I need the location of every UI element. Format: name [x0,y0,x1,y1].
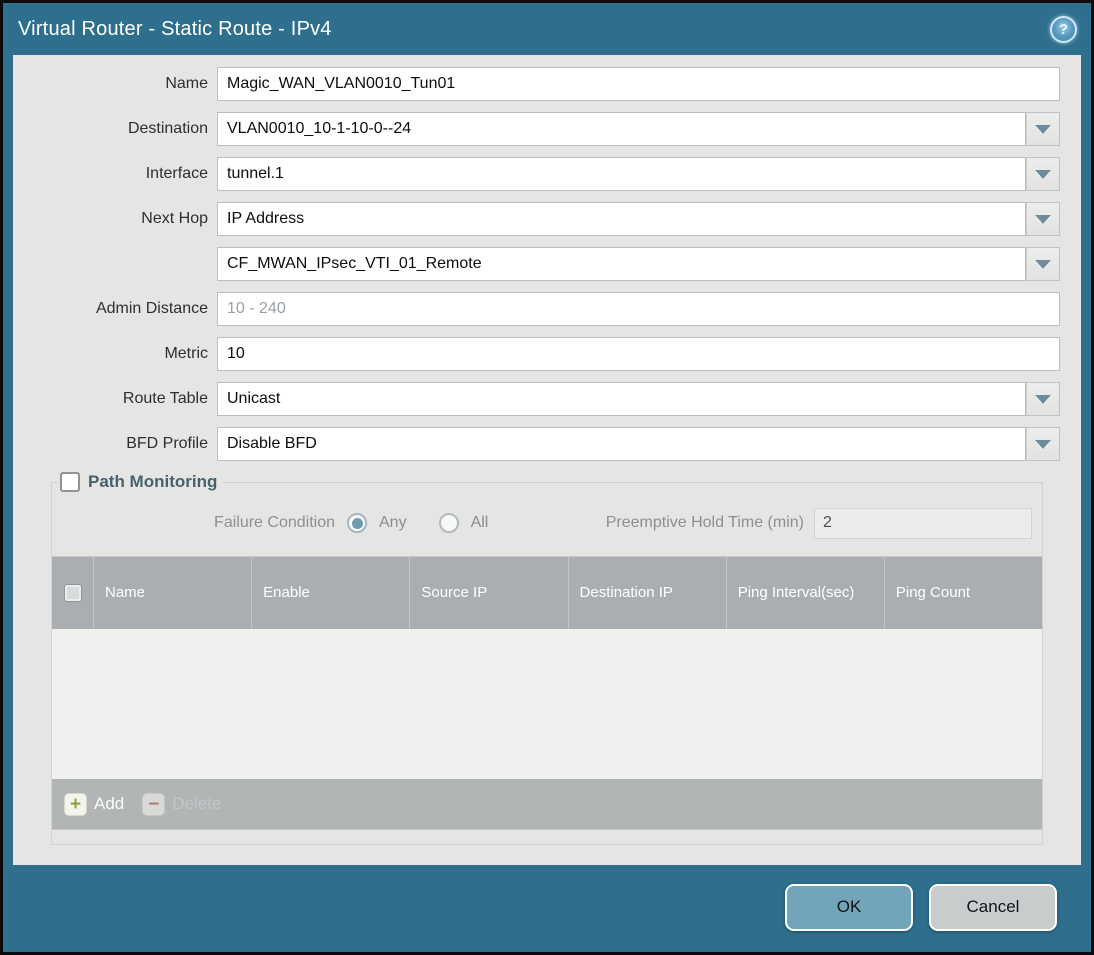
path-monitoring-table: Name Enable Source IP Destination IP Pin… [52,556,1042,830]
preemptive-hold-label: Preemptive Hold Time (min) [605,514,804,531]
destination-label: Destination [127,120,208,137]
select-all-checkbox[interactable] [63,584,82,602]
radio-all-label: All [470,514,489,531]
table-body-empty [52,629,1042,779]
form-row-interface: Interface [27,157,1060,191]
plus-icon: + [64,792,87,816]
chevron-down-icon [1035,169,1051,179]
delete-button-label: Delete [172,794,222,813]
add-button[interactable]: + Add [64,792,125,816]
preemptive-hold-input[interactable] [814,507,1032,539]
form-row-next-hop: Next Hop [27,202,1060,236]
metric-input[interactable] [217,337,1060,371]
name-label: Name [165,75,208,92]
chevron-down-icon [1035,394,1051,404]
radio-all-icon[interactable] [438,513,459,533]
column-header-name[interactable]: Name [93,557,251,629]
column-header-ping-count[interactable]: Ping Count [883,557,1042,629]
failure-condition-row: Failure Condition Any All Preemptive Hol… [52,507,1032,539]
radio-any-label: Any [379,514,407,531]
next-hop-type-input[interactable] [217,202,1026,236]
column-header-ping-interval[interactable]: Ping Interval(sec) [725,557,884,629]
column-header-source-ip[interactable]: Source IP [409,557,567,629]
form-row-bfd-profile: BFD Profile [27,427,1060,461]
form-row-metric: Metric [27,337,1060,371]
chevron-down-icon [1035,124,1051,134]
ok-button[interactable]: OK [785,883,913,931]
admin-distance-label: Admin Distance [95,300,208,317]
interface-dropdown-button[interactable] [1026,157,1060,191]
cancel-button[interactable]: Cancel [929,883,1057,931]
delete-button[interactable]: − Delete [142,792,222,816]
route-table-label: Route Table [122,390,208,407]
form-row-next-hop-address [27,247,1060,281]
destination-input[interactable] [217,112,1026,146]
column-header-enable[interactable]: Enable [251,557,409,629]
add-button-label: Add [94,794,125,813]
chevron-down-icon [1035,439,1051,449]
dialog-titlebar: Virtual Router - Static Route - IPv4 ? [3,3,1091,55]
next-hop-label: Next Hop [141,210,208,227]
failure-condition-label: Failure Condition [214,514,335,531]
form-row-name: Name [27,67,1060,101]
radio-any-icon[interactable] [347,513,367,533]
chevron-down-icon [1035,259,1051,269]
chevron-down-icon [1035,214,1051,224]
name-input[interactable] [217,67,1060,101]
bfd-profile-label: BFD Profile [126,435,208,452]
form-panel: Name Destination Interface [13,55,1081,865]
form-row-destination: Destination [27,112,1060,146]
route-table-dropdown-button[interactable] [1026,382,1060,416]
static-route-dialog: Virtual Router - Static Route - IPv4 ? N… [0,0,1094,955]
bfd-profile-input[interactable] [217,427,1026,461]
table-header-row: Name Enable Source IP Destination IP Pin… [52,557,1042,629]
path-monitoring-legend: Path Monitoring [58,472,223,492]
minus-icon: − [142,792,166,816]
column-header-destination-ip[interactable]: Destination IP [567,557,726,629]
destination-dropdown-button[interactable] [1026,112,1060,146]
next-hop-address-input[interactable] [217,247,1026,281]
path-monitoring-checkbox[interactable] [60,472,80,492]
admin-distance-input[interactable] [217,292,1060,326]
route-table-input[interactable] [217,382,1026,416]
radio-option-all[interactable]: All [438,513,489,533]
table-header-checkbox-cell [52,557,93,629]
interface-input[interactable] [217,157,1026,191]
dialog-title: Virtual Router - Static Route - IPv4 [18,17,332,40]
bfd-profile-dropdown-button[interactable] [1026,427,1060,461]
path-monitoring-section: Path Monitoring Failure Condition Any Al… [51,472,1043,845]
help-icon[interactable]: ? [1050,15,1077,43]
metric-label: Metric [164,345,208,362]
path-monitoring-title: Path Monitoring [88,472,218,491]
next-hop-dropdown-button[interactable] [1026,202,1060,236]
next-hop-address-dropdown-button[interactable] [1026,247,1060,281]
dialog-button-bar: OK Cancel [3,862,1091,952]
interface-label: Interface [145,165,208,182]
form-row-route-table: Route Table [27,382,1060,416]
help-icon-glyph: ? [1058,20,1069,38]
failure-condition-radio-group: Any All [347,513,488,533]
radio-option-any[interactable]: Any [347,513,407,533]
preemptive-hold-group: Preemptive Hold Time (min) [605,507,1032,539]
table-toolbar: + Add − Delete [52,779,1042,829]
form-row-admin-distance: Admin Distance [27,292,1060,326]
